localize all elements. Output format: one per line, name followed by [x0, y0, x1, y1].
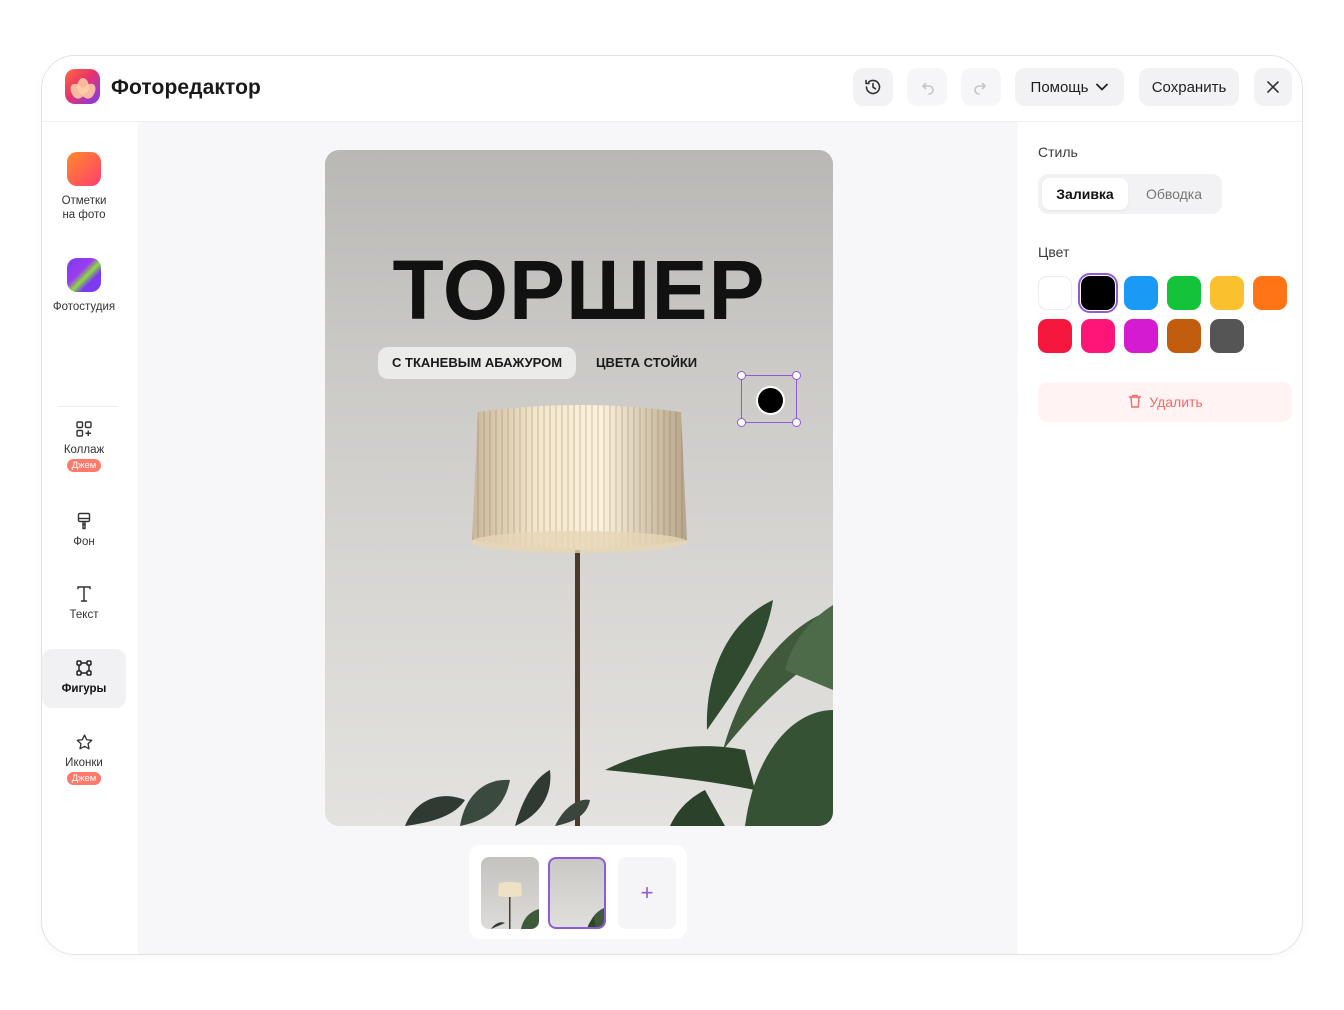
close-icon — [1266, 80, 1280, 94]
background-brush-icon — [74, 511, 94, 531]
design-canvas[interactable]: ТОРШЕР С ТКАНЕВЫМ АБАЖУРОМ ЦВЕТА СТОЙКИ — [325, 150, 833, 826]
delete-button[interactable]: Удалить — [1038, 382, 1292, 422]
app-logo-icon — [65, 69, 100, 104]
history-icon — [863, 77, 883, 97]
help-dropdown[interactable]: Помощь — [1015, 68, 1124, 106]
color-swatch-gray[interactable] — [1210, 319, 1244, 353]
color-swatch-white[interactable] — [1038, 276, 1072, 310]
resize-handle[interactable] — [792, 371, 801, 380]
sidebar-item-label: Иконки — [65, 757, 103, 769]
tool-sidebar: Отметки на фото Фотостудия Коллаж Джем Ф… — [42, 122, 138, 954]
undo-button[interactable] — [907, 68, 947, 106]
tag-chip[interactable]: С ТКАНЕВЫМ АБАЖУРОМ — [378, 347, 577, 379]
color-swatch-orange[interactable] — [1253, 276, 1287, 310]
redo-button[interactable] — [961, 68, 1001, 106]
selected-shape[interactable] — [737, 371, 801, 427]
sidebar-item-label: Отметки на фото — [61, 195, 107, 221]
thumbnail-image — [491, 882, 539, 929]
sidebar-item-photo-marks[interactable]: Отметки на фото — [42, 152, 126, 222]
help-label: Помощь — [1030, 78, 1089, 96]
sidebar-item-label: Фотостудия — [52, 301, 116, 313]
color-swatch-green[interactable] — [1167, 276, 1201, 310]
color-swatch-red[interactable] — [1038, 319, 1072, 353]
editor-window: Фоторедактор Помощь Сохранить Отметки на… — [41, 55, 1303, 955]
color-swatch-magenta[interactable] — [1124, 319, 1158, 353]
sidebar-item-background[interactable]: Фон — [42, 511, 126, 549]
style-segmented-control: Заливка Обводка — [1038, 174, 1222, 214]
style-fill-option[interactable]: Заливка — [1042, 178, 1128, 210]
resize-handle[interactable] — [737, 418, 746, 427]
history-button[interactable] — [853, 68, 893, 106]
workspace: ТОРШЕР С ТКАНЕВЫМ АБАЖУРОМ ЦВЕТА СТОЙКИ — [138, 122, 1018, 954]
color-swatch-brown[interactable] — [1167, 319, 1201, 353]
page-thumbnails: + — [469, 845, 687, 939]
sidebar-item-label: Фигуры — [61, 683, 107, 695]
thumbnail-page-1[interactable] — [481, 857, 539, 929]
sidebar-divider — [58, 406, 118, 407]
thumbnail-page-2[interactable] — [548, 857, 606, 929]
style-label: Стиль — [1038, 144, 1078, 160]
sidebar-item-collage[interactable]: Коллаж Джем — [42, 419, 126, 472]
sidebar-item-label: Текст — [69, 609, 99, 621]
trash-icon — [1127, 393, 1143, 412]
sidebar-item-shapes[interactable]: Фигуры — [42, 649, 126, 708]
app-title: Фоторедактор — [111, 76, 261, 99]
photo-marks-icon — [67, 152, 101, 186]
circle-shape[interactable] — [756, 386, 785, 415]
color-swatch-yellow[interactable] — [1210, 276, 1244, 310]
undo-icon — [918, 78, 936, 96]
text-icon — [74, 584, 94, 604]
resize-handle[interactable] — [737, 371, 746, 380]
photo-studio-icon — [67, 258, 101, 292]
color-swatch-black[interactable] — [1078, 273, 1118, 313]
sidebar-item-label: Коллаж — [63, 444, 105, 456]
color-label: Цвет — [1038, 244, 1070, 260]
color-swatch-pink[interactable] — [1081, 319, 1115, 353]
top-bar: Фоторедактор Помощь Сохранить — [42, 56, 1302, 122]
jam-badge: Джем — [66, 459, 102, 472]
headline-text[interactable]: ТОРШЕР — [325, 242, 833, 339]
save-button[interactable]: Сохранить — [1139, 68, 1239, 106]
resize-handle[interactable] — [792, 418, 801, 427]
tag-text[interactable]: ЦВЕТА СТОЙКИ — [596, 347, 697, 379]
close-button[interactable] — [1254, 68, 1292, 106]
jam-badge: Джем — [66, 772, 102, 785]
thumbnail-image — [587, 907, 604, 927]
style-stroke-option[interactable]: Обводка — [1130, 178, 1218, 210]
chevron-down-icon — [1096, 83, 1109, 91]
shapes-icon — [74, 658, 94, 678]
sidebar-item-label: Фон — [73, 536, 95, 548]
sidebar-item-text[interactable]: Текст — [42, 584, 126, 622]
delete-label: Удалить — [1149, 394, 1203, 410]
add-page-button[interactable]: + — [618, 857, 676, 929]
collage-icon — [74, 419, 94, 439]
color-swatch-blue[interactable] — [1124, 276, 1158, 310]
properties-panel: Стиль Заливка Обводка Цвет Удалить — [1018, 122, 1302, 954]
star-icon — [74, 732, 94, 752]
redo-icon — [972, 78, 990, 96]
sidebar-item-photo-studio[interactable]: Фотостудия — [42, 258, 126, 314]
sidebar-item-icons[interactable]: Иконки Джем — [42, 732, 126, 785]
